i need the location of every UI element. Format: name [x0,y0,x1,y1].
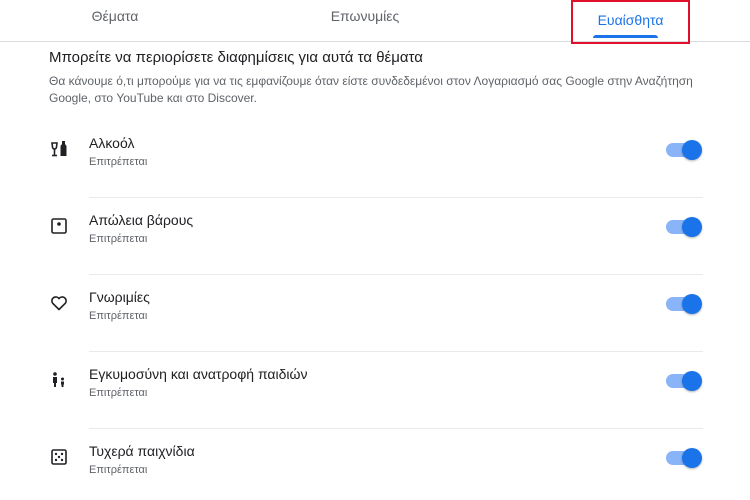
section-title: Μπορείτε να περιορίσετε διαφημίσεις για … [49,49,423,66]
list-item: Απώλεια βάρους Επιτρέπεται [49,198,703,275]
tab-bar: Θέματα Επωνυμίες Ευαίσθητα [0,0,750,44]
weight-loss-toggle[interactable] [666,217,702,237]
scale-icon [49,216,69,236]
item-status: Επιτρέπεται [89,464,148,476]
toggle-thumb [682,448,702,468]
list-item: Γνωριμίες Επιτρέπεται [49,275,703,352]
toggle-thumb [682,140,702,160]
list-item: Αλκοόλ Επιτρέπεται [49,121,703,198]
item-status: Επιτρέπεται [89,310,148,322]
tab-brands[interactable]: Επωνυμίες [290,0,440,41]
gambling-toggle[interactable] [666,448,702,468]
tab-sensitive[interactable]: Ευαίσθητα [571,0,690,44]
ad-sensitive-settings-page: Θέματα Επωνυμίες Ευαίσθητα Μπορείτε να π… [0,0,750,500]
item-status: Επιτρέπεται [89,233,148,245]
heart-icon [49,293,69,313]
list-item: Τυχερά παιχνίδια Επιτρέπεται [49,429,703,500]
item-status: Επιτρέπεται [89,387,148,399]
toggle-thumb [682,294,702,314]
section-description: Θα κάνουμε ό,τι μπορούμε για να τις εμφα… [49,74,693,105]
pregnancy-toggle[interactable] [666,371,702,391]
tab-sensitive-label: Ευαίσθητα [597,12,664,28]
list-item: Εγκυμοσύνη και ανατροφή παιδιών Επιτρέπε… [49,352,703,429]
item-label: Αλκοόλ [89,135,135,151]
item-status: Επιτρέπεται [89,156,148,168]
dice-icon [49,447,69,467]
item-label: Τυχερά παιχνίδια [89,443,195,459]
toggle-thumb [682,217,702,237]
dating-toggle[interactable] [666,294,702,314]
alcohol-toggle[interactable] [666,140,702,160]
item-label: Γνωριμίες [89,289,150,305]
family-icon [49,370,69,390]
alcohol-icon [49,139,69,159]
item-label: Απώλεια βάρους [89,212,194,228]
item-label: Εγκυμοσύνη και ανατροφή παιδιών [89,366,308,382]
tab-topics[interactable]: Θέματα [40,0,190,41]
active-tab-indicator [593,35,658,38]
toggle-thumb [682,371,702,391]
